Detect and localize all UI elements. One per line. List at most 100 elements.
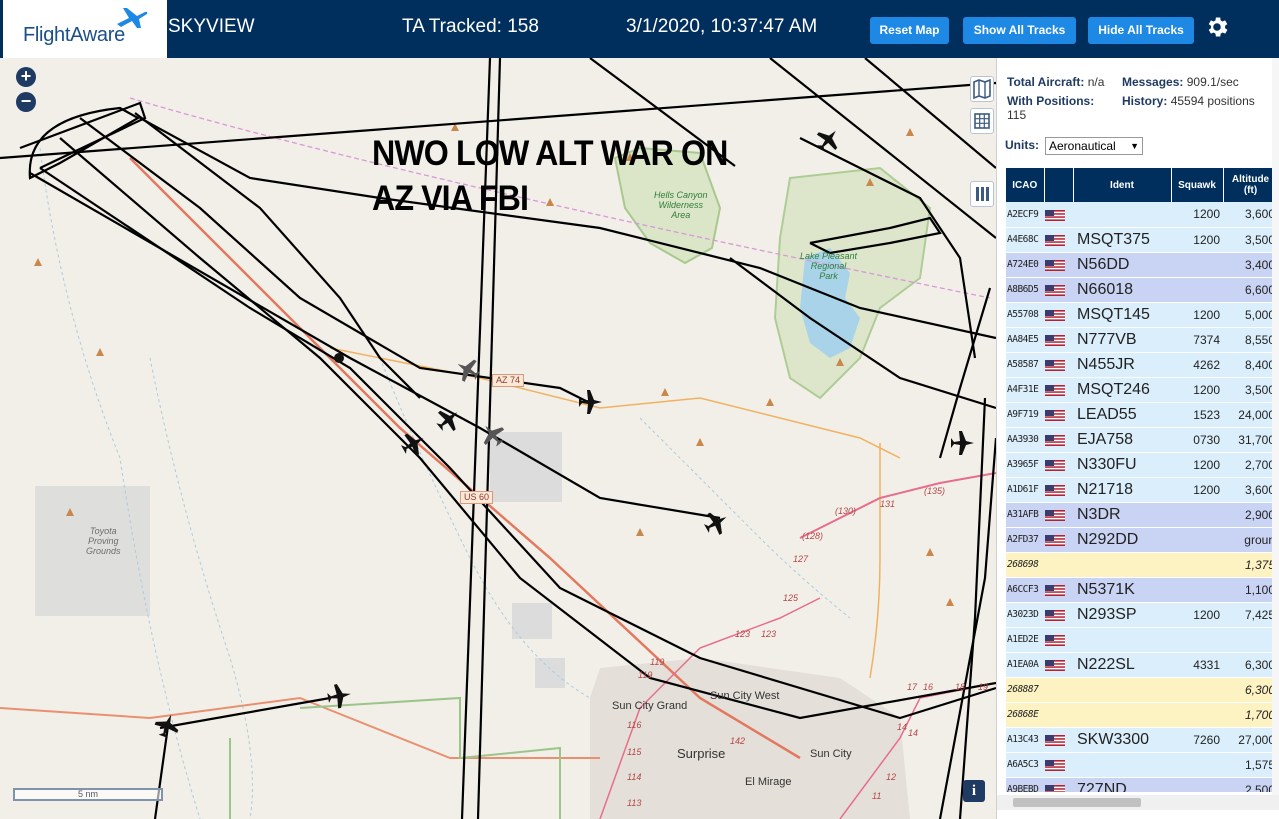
aircraft-table-container[interactable]: ICAO Ident Squawk Altitude (ft) A2ECF9 12… bbox=[1006, 168, 1272, 792]
table-row[interactable]: A1D61F N21718 1200 3,600 bbox=[1006, 477, 1272, 503]
table-row[interactable]: A6CCF3 N5371K 1,100 bbox=[1006, 577, 1272, 603]
us-flag-icon bbox=[1045, 384, 1065, 396]
columns-icon bbox=[976, 187, 989, 201]
cell-icao: A1EA0A bbox=[1006, 652, 1044, 678]
table-row[interactable]: 26868E 1,700 bbox=[1006, 702, 1272, 728]
col-squawk[interactable]: Squawk bbox=[1171, 168, 1224, 202]
table-row[interactable]: A55708 MSQT145 1200 5,000 bbox=[1006, 302, 1272, 328]
cell-altitude: 2,500 bbox=[1223, 777, 1272, 792]
flightaware-logo[interactable]: FlightAware bbox=[3, 0, 167, 58]
table-row[interactable]: A2FD37 N292DD groun bbox=[1006, 527, 1272, 553]
cell-altitude: 3,500 bbox=[1223, 377, 1272, 403]
map-layers-button[interactable] bbox=[970, 76, 994, 102]
table-row[interactable]: A9BEBD 727ND 2,500 bbox=[1006, 777, 1272, 792]
table-row[interactable]: A4E68C MSQT375 1200 3,500 bbox=[1006, 227, 1272, 253]
table-row[interactable]: A8B6D5 N66018 6,600 bbox=[1006, 277, 1272, 303]
table-row[interactable]: A724E0 N56DD 3,400 bbox=[1006, 252, 1272, 278]
cell-flag bbox=[1044, 752, 1073, 778]
us-flag-icon bbox=[1045, 209, 1065, 221]
us-flag-icon bbox=[1045, 534, 1065, 546]
cell-flag bbox=[1044, 552, 1073, 578]
us-flag-icon bbox=[1045, 584, 1065, 596]
reset-map-button[interactable]: Reset Map bbox=[870, 17, 949, 44]
cell-altitude: 6,300 bbox=[1223, 677, 1272, 703]
cell-ident: MSQT246 bbox=[1073, 377, 1171, 403]
cell-icao: A6A5C3 bbox=[1006, 752, 1044, 778]
table-row[interactable]: A3965F N330FU 1200 2,700 bbox=[1006, 452, 1272, 478]
cell-ident: N66018 bbox=[1073, 277, 1171, 303]
route-number: 11 bbox=[872, 791, 882, 801]
cell-flag bbox=[1044, 627, 1073, 653]
grid-toggle-button[interactable] bbox=[970, 108, 994, 134]
table-row[interactable]: 268887 6,300 bbox=[1006, 677, 1272, 703]
cell-ident bbox=[1073, 552, 1171, 578]
cell-ident: N21718 bbox=[1073, 477, 1171, 503]
cell-flag bbox=[1044, 252, 1073, 278]
cell-icao: A6CCF3 bbox=[1006, 577, 1044, 603]
map-view[interactable]: NWO LOW ALT WAR ON AZ VIA FBI Hells Cany… bbox=[0, 58, 996, 819]
cell-altitude: 3,600 bbox=[1223, 202, 1272, 228]
route-number: 19 bbox=[978, 682, 989, 692]
table-row[interactable]: 268698 1,375 bbox=[1006, 552, 1272, 578]
cell-ident: MSQT375 bbox=[1073, 227, 1171, 253]
table-row[interactable]: A1EA0A N222SL 4331 6,300 bbox=[1006, 652, 1272, 678]
cell-flag bbox=[1044, 577, 1073, 603]
cell-ident: SKW3300 bbox=[1073, 727, 1171, 753]
units-select[interactable]: Aeronautical ▼ bbox=[1045, 137, 1143, 155]
route-number: 114 bbox=[627, 772, 642, 782]
top-header: FlightAware SKYVIEW TA Tracked: 158 3/1/… bbox=[0, 0, 1279, 58]
cell-flag bbox=[1044, 202, 1073, 228]
table-row[interactable]: A9F719 LEAD55 1523 24,000 bbox=[1006, 402, 1272, 428]
table-row[interactable]: A4F31E MSQT246 1200 3,500 bbox=[1006, 377, 1272, 403]
zoom-in-button[interactable]: + bbox=[16, 67, 36, 87]
cell-squawk: 1523 bbox=[1171, 402, 1223, 428]
cell-icao: A2FD37 bbox=[1006, 527, 1044, 553]
col-flag[interactable] bbox=[1044, 168, 1074, 202]
us-flag-icon bbox=[1045, 509, 1065, 521]
scrollbar-thumb[interactable] bbox=[1013, 798, 1141, 807]
units-label: Units: bbox=[1005, 138, 1039, 152]
table-row[interactable]: A1ED2E bbox=[1006, 627, 1272, 653]
col-ident[interactable]: Ident bbox=[1073, 168, 1172, 202]
table-row[interactable]: A3023D N293SP 1200 7,425 bbox=[1006, 602, 1272, 628]
cell-ident: N455JR bbox=[1073, 352, 1171, 378]
cell-icao: A9BEBD bbox=[1006, 777, 1044, 792]
map-icon bbox=[973, 78, 991, 100]
cell-squawk bbox=[1171, 277, 1223, 303]
table-row[interactable]: A31AFB N3DR 2,900 bbox=[1006, 502, 1272, 528]
panel-vertical-scrollbar[interactable] bbox=[1272, 58, 1279, 795]
cell-ident: N222SL bbox=[1073, 652, 1171, 678]
table-row[interactable]: A2ECF9 1200 3,600 bbox=[1006, 202, 1272, 228]
messages-rate: Messages: 909.1/sec bbox=[1122, 75, 1239, 89]
col-altitude[interactable]: Altitude (ft) bbox=[1223, 168, 1272, 202]
cell-flag bbox=[1044, 302, 1073, 328]
route-number: 113 bbox=[627, 798, 642, 808]
col-icao[interactable]: ICAO bbox=[1006, 168, 1045, 202]
gear-icon[interactable] bbox=[1204, 14, 1230, 40]
route-number: 142 bbox=[730, 736, 746, 746]
cell-squawk: 7260 bbox=[1171, 727, 1223, 753]
cell-altitude: 5,000 bbox=[1223, 302, 1272, 328]
cell-icao: 268698 bbox=[1006, 552, 1044, 578]
cell-altitude: groun bbox=[1223, 527, 1272, 553]
app-title: SKYVIEW bbox=[168, 16, 255, 37]
hide-all-tracks-button[interactable]: Hide All Tracks bbox=[1088, 17, 1194, 44]
table-row[interactable]: A6A5C3 1,575 bbox=[1006, 752, 1272, 778]
route-number: 17 bbox=[907, 682, 918, 692]
cell-icao: AA3930 bbox=[1006, 427, 1044, 453]
route-number: 14 bbox=[908, 728, 919, 738]
table-row[interactable]: A58587 N455JR 4262 8,400 bbox=[1006, 352, 1272, 378]
zoom-out-button[interactable]: − bbox=[16, 92, 36, 112]
cell-icao: A8B6D5 bbox=[1006, 277, 1044, 303]
cell-flag bbox=[1044, 652, 1073, 678]
show-all-tracks-button[interactable]: Show All Tracks bbox=[963, 17, 1076, 44]
cell-squawk: 4331 bbox=[1171, 652, 1223, 678]
cell-ident: N56DD bbox=[1073, 252, 1171, 278]
table-row[interactable]: AA84E5 N777VB 7374 8,550 bbox=[1006, 327, 1272, 353]
table-row[interactable]: A13C43 SKW3300 7260 27,000 bbox=[1006, 727, 1272, 753]
table-row[interactable]: AA3930 EJA758 0730 31,700 bbox=[1006, 427, 1272, 453]
columns-toggle-button[interactable] bbox=[970, 181, 994, 207]
route-number: 12 bbox=[886, 772, 897, 782]
table-horizontal-scrollbar[interactable] bbox=[997, 795, 1279, 810]
info-button[interactable]: i bbox=[963, 780, 985, 802]
